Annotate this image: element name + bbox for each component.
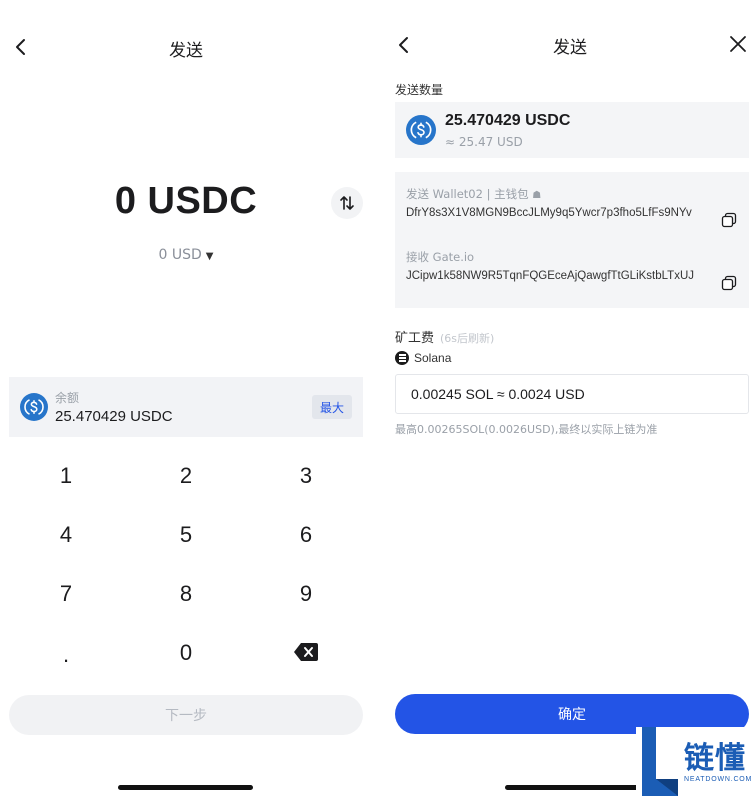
send-confirm-screen: 发送 发送数量 25.470429 USDC ≈ 25.47 USD 发送 Wa… — [384, 0, 756, 796]
page-title: 发送 — [169, 41, 203, 61]
balance-panel: 余额 25.470429 USDC 最大 — [9, 377, 363, 437]
fee-section-title: 矿工费 (6s后刷新) — [395, 327, 494, 346]
send-amount: 25.470429 USDC — [445, 112, 571, 129]
next-step-button[interactable]: 下一步 — [9, 695, 363, 735]
close-button[interactable] — [728, 34, 748, 54]
balance-value: 25.470429 USDC — [55, 408, 173, 425]
send-amount-fiat: ≈ 25.47 USD — [445, 135, 523, 149]
fee-refresh-countdown: (6s后刷新) — [440, 332, 495, 345]
copy-icon[interactable] — [721, 212, 737, 228]
page-title: 发送 — [553, 38, 587, 58]
network-row: Solana — [395, 350, 451, 366]
wallet-icon: ☗ — [532, 190, 542, 201]
network-name: Solana — [414, 351, 452, 365]
swap-vertical-icon — [340, 196, 354, 210]
from-label: 发送 Wallet02 | 主钱包 ☗ — [406, 187, 542, 201]
key-0[interactable]: 0 — [136, 628, 236, 678]
key-6[interactable]: 6 — [256, 510, 356, 560]
send-amount-screen: 发送 0 USDC 0 USD ▼ 余额 25.470429 USDC 最大 1 … — [0, 0, 372, 796]
logo-text-en: NEATDOWN.COM — [684, 776, 753, 783]
fiat-currency-selector[interactable]: 0 USD ▼ — [0, 247, 372, 263]
key-1[interactable]: 1 — [16, 451, 116, 501]
address-panel: 发送 Wallet02 | 主钱包 ☗ DfrY8s3X1V8MGN9BccJL… — [395, 172, 749, 308]
logo-text-cn: 链懂 — [684, 741, 746, 776]
key-2[interactable]: 2 — [136, 451, 236, 501]
logo-mark-icon — [642, 727, 678, 796]
neatdown-logo: 链懂 NEATDOWN.COM — [636, 727, 756, 796]
key-9[interactable]: 9 — [256, 569, 356, 619]
to-label: 接收 Gate.io — [406, 250, 475, 264]
home-indicator — [118, 785, 253, 790]
amount-section-label: 发送数量 — [395, 83, 444, 97]
solana-icon — [395, 351, 409, 365]
key-3[interactable]: 3 — [256, 451, 356, 501]
to-address: JCipw1k58NW9R5TqnFQGEceAjQawgfTtGLiKstbL… — [406, 270, 695, 282]
key-4[interactable]: 4 — [16, 510, 116, 560]
max-button[interactable]: 最大 — [312, 395, 352, 419]
key-8[interactable]: 8 — [136, 569, 236, 619]
amount-summary: 25.470429 USDC ≈ 25.47 USD — [395, 102, 749, 158]
balance-label: 余额 — [55, 391, 80, 405]
backspace-icon — [294, 643, 318, 661]
key-7[interactable]: 7 — [16, 569, 116, 619]
fee-input[interactable]: 0.00245 SOL ≈ 0.0024 USD — [395, 374, 749, 414]
key-decimal[interactable]: . — [16, 630, 116, 680]
copy-icon[interactable] — [721, 275, 737, 291]
amount-display: 0 USDC — [114, 180, 258, 222]
from-address: DfrY8s3X1V8MGN9BccJLMy9q5Ywcr7p3fho5LfFs… — [406, 207, 692, 219]
home-indicator — [505, 785, 640, 790]
caret-down-icon: ▼ — [205, 251, 214, 262]
key-5[interactable]: 5 — [136, 510, 236, 560]
backspace-key[interactable] — [256, 627, 356, 677]
usdc-coin-icon — [20, 393, 48, 421]
close-icon — [730, 36, 746, 52]
usdc-coin-icon — [406, 115, 436, 145]
swap-currency-button[interactable] — [331, 187, 363, 219]
fee-note: 最高0.00265SOL(0.0026USD),最终以实际上链为准 — [395, 423, 658, 436]
fiat-value: 0 USD — [158, 247, 202, 263]
fee-title-label: 矿工费 — [395, 331, 435, 346]
